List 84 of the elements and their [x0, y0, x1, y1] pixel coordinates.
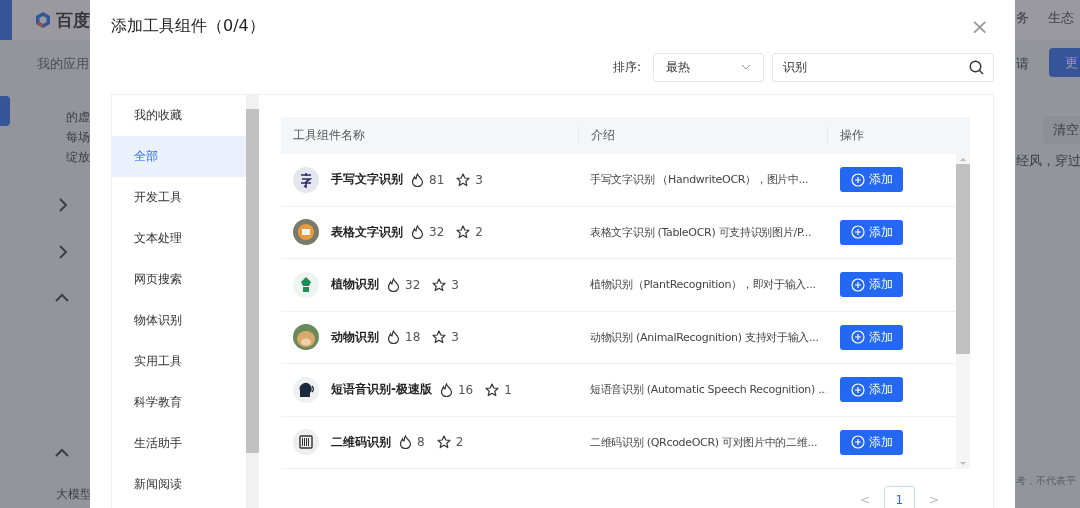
page-button[interactable]: 1 [883, 486, 915, 508]
tool-description: 手写文字识别 （HandwriteOCR），图片中... [590, 172, 810, 188]
add-button[interactable]: 添加 [840, 377, 903, 403]
plus-circle-icon [850, 277, 865, 292]
tool-name: 手写文字识别 [331, 171, 403, 189]
logo-text: 百度 [56, 8, 90, 32]
breadcrumb[interactable]: 我的应用 [37, 55, 89, 73]
favorite-count: 3 [451, 330, 459, 345]
favorite-count: 3 [451, 277, 459, 292]
search-field[interactable]: 识别 [772, 52, 994, 82]
logo-icon [34, 11, 52, 29]
sort-label: 排序: [612, 58, 641, 76]
star-icon[interactable] [456, 172, 471, 187]
chevron-up-icon[interactable] [55, 293, 69, 303]
hot-count: 32 [429, 225, 445, 240]
tool-description: 短语音识别 (Automatic Speech Recognition) ... [590, 382, 826, 398]
plus-circle-icon [850, 172, 865, 187]
chevron-up-icon[interactable] [55, 448, 69, 458]
sort-select[interactable]: 最热 [653, 52, 764, 82]
add-button[interactable]: 添加 [840, 167, 903, 193]
plus-circle-icon [850, 225, 865, 240]
animal-avatar-icon [293, 324, 319, 351]
star-icon[interactable] [432, 277, 447, 292]
character-avatar-icon [293, 166, 319, 193]
hot-count: 32 [405, 277, 421, 292]
flame-icon [411, 172, 424, 187]
flame-icon [399, 435, 412, 450]
column-header: 介绍 [578, 127, 827, 144]
barcode-avatar-icon [293, 429, 319, 456]
add-button[interactable]: 添加 [840, 219, 903, 245]
favorite-count: 2 [475, 225, 483, 240]
star-icon[interactable] [456, 225, 471, 240]
search-icon [969, 59, 984, 75]
star-icon[interactable] [485, 382, 500, 397]
add-button[interactable]: 添加 [840, 429, 903, 455]
paragraph-line: 每场 [66, 129, 90, 146]
close-button[interactable]: × [970, 13, 989, 39]
plus-circle-icon [850, 435, 865, 450]
tool-name: 动物识别 [331, 328, 379, 346]
add-button[interactable]: 添加 [840, 272, 903, 298]
column-header: 操作 [827, 127, 970, 144]
speech-head-avatar-icon [293, 376, 319, 403]
tool-name: 表格文字识别 [331, 223, 403, 241]
chevron-down-icon [741, 64, 751, 70]
flame-icon [387, 330, 400, 345]
side-text: 经风，穿过 [1016, 152, 1080, 170]
favorite-count: 2 [455, 435, 464, 450]
hot-count: 8 [417, 435, 425, 450]
star-icon[interactable] [432, 330, 447, 345]
toolbar-button[interactable]: 更 [1049, 48, 1080, 77]
column-header: 工具组件名称 [292, 127, 366, 144]
hot-count: 81 [429, 172, 445, 187]
category-item[interactable]: 全部 [112, 136, 246, 177]
favorite-count: 3 [475, 172, 483, 187]
dialog-title: 添加工具组件（0/4） [111, 15, 265, 37]
nav-item[interactable]: 务 [1016, 9, 1029, 27]
flame-icon [387, 277, 400, 292]
table-avatar-icon [293, 219, 319, 246]
toolbar-text: 请 [1016, 55, 1029, 73]
tool-description: 表格文字识别 (TableOCR) 可支持识别图片/P... [590, 224, 813, 240]
chevron-right-icon[interactable] [58, 198, 68, 212]
tool-name: 二维码识别 [331, 433, 391, 451]
chevron-right-icon[interactable] [58, 245, 68, 259]
tool-name: 植物识别 [331, 276, 379, 294]
favorite-count: 1 [504, 382, 512, 397]
tool-description: 动物识别 (AnimalRecognition) 支持对于输入... [590, 329, 820, 345]
tool-description: 二维码识别 (QRcodeOCR) 可对图片中的二维... [590, 434, 819, 450]
tool-description: 植物识别（PlantRecognition），即对于输入... [590, 277, 817, 293]
clear-button[interactable]: 清空 [1043, 116, 1080, 144]
plus-circle-icon [850, 382, 865, 397]
add-button[interactable]: 添加 [840, 324, 903, 350]
scrollbar[interactable] [246, 95, 259, 508]
plus-circle-icon [850, 330, 865, 345]
flame-icon [411, 225, 424, 240]
nav-item[interactable]: 生态 [1048, 9, 1074, 27]
paragraph-line: 绽放 [66, 149, 90, 166]
plant-avatar-icon [293, 271, 319, 298]
header-accent-bar [0, 0, 12, 40]
tool-name: 短语音识别-极速版 [331, 381, 432, 399]
hot-count: 18 [405, 330, 421, 345]
paragraph-line: 的虚 [66, 109, 90, 126]
star-icon[interactable] [436, 435, 451, 450]
flame-icon [440, 382, 453, 397]
hot-count: 16 [458, 382, 474, 397]
